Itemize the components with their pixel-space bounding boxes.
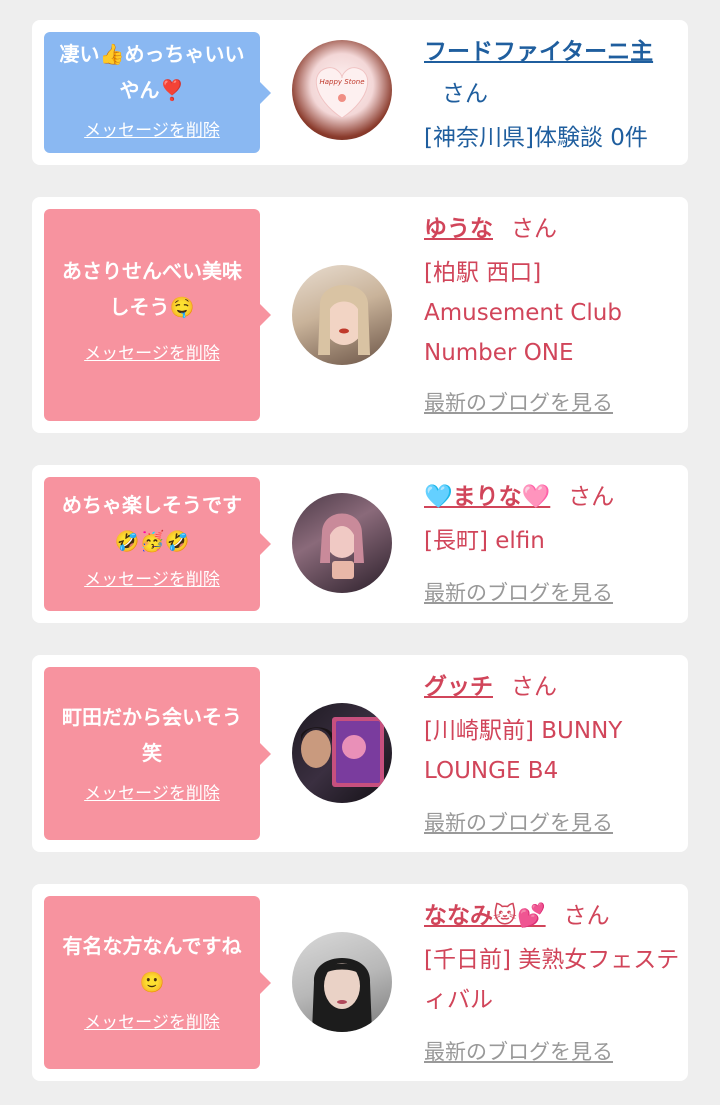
message-text: あさりせんべい美味しそう🤤	[62, 259, 242, 319]
user-name-link[interactable]: ななみ🐱💕	[424, 903, 546, 929]
avatar-image	[312, 958, 372, 1032]
message-text: めちゃ楽しそうです🤣🥳🤣	[62, 493, 242, 553]
message-card-2: あさりせんべい美味しそう🤤 メッセージを削除 ゆうな さん [柏駅 西口] Amu…	[32, 197, 688, 433]
delete-message-link[interactable]: メッセージを削除	[84, 339, 220, 364]
latest-blog-link[interactable]: 最新のブログを見る	[424, 387, 613, 417]
honorific: さん	[511, 216, 557, 242]
message-bubble: あさりせんべい美味しそう🤤 メッセージを削除	[44, 209, 271, 421]
avatar-image	[318, 285, 370, 355]
honorific: さん	[511, 674, 557, 700]
message-bubble: 有名な方なんですね🙂 メッセージを削除	[44, 896, 271, 1069]
user-info: グッチ さん [川崎駅前] BUNNY LOUNGE B4	[424, 667, 680, 791]
avatar-image: Happy Stone	[315, 67, 369, 119]
shop-info: [柏駅 西口] Amusement Club Number ONE	[424, 260, 622, 366]
avatar[interactable]	[292, 932, 392, 1032]
message-bubble: めちゃ楽しそうです🤣🥳🤣 メッセージを削除	[44, 477, 271, 611]
user-info: フードファイターニ主さん [神奈川県]体験談 0件	[424, 32, 680, 158]
avatar[interactable]	[292, 265, 392, 365]
avatar-image	[301, 717, 384, 787]
message-card-3: めちゃ楽しそうです🤣🥳🤣 メッセージを削除 🩵まりな🩷 さん [長町] elfin…	[32, 465, 688, 623]
message-bubble: 凄い👍めっちゃいいやん❣️ メッセージを削除	[44, 32, 271, 153]
avatar[interactable]	[292, 703, 392, 803]
latest-blog-link[interactable]: 最新のブログを見る	[424, 577, 613, 607]
message-bubble: 町田だから会いそう笑 メッセージを削除	[44, 667, 271, 840]
shop-info: [千日前] 美熟女フェスティバル	[424, 947, 680, 1013]
message-text: 凄い👍めっちゃいいやん❣️	[59, 42, 245, 102]
shop-info: [川崎駅前] BUNNY LOUNGE B4	[424, 718, 623, 784]
delete-message-link[interactable]: メッセージを削除	[84, 1008, 220, 1033]
shop-info: [長町] elfin	[424, 528, 545, 554]
user-info: ななみ🐱💕 さん [千日前] 美熟女フェスティバル	[424, 896, 680, 1020]
avatar-image	[320, 513, 364, 579]
latest-blog-link[interactable]: 最新のブログを見る	[424, 1036, 613, 1066]
message-text: 町田だから会いそう笑	[62, 705, 242, 765]
user-name-link[interactable]: グッチ	[424, 674, 493, 700]
user-name-link[interactable]: ゆうな	[424, 216, 493, 242]
honorific: さん	[563, 903, 610, 929]
user-info: 🩵まりな🩷 さん [長町] elfin	[424, 477, 680, 561]
avatar[interactable]: Happy Stone	[292, 40, 392, 140]
delete-message-link[interactable]: メッセージを削除	[84, 565, 220, 590]
message-card-4: 町田だから会いそう笑 メッセージを削除 グッチ さん [川崎駅前] BUNNY L…	[32, 655, 688, 852]
user-name-link[interactable]: フードファイターニ主	[424, 39, 653, 65]
user-info: ゆうな さん [柏駅 西口] Amusement Club Number ONE	[424, 209, 680, 373]
message-card-5: 有名な方なんですね🙂 メッセージを削除 ななみ🐱💕 さん [千日前] 美熟女フェス…	[32, 884, 688, 1081]
honorific: さん	[442, 81, 488, 107]
honorific: さん	[568, 484, 615, 510]
avatar-caption: Happy Stone	[319, 78, 364, 86]
message-card-1: 凄い👍めっちゃいいやん❣️ メッセージを削除 Happy Stone フードファ…	[32, 20, 688, 165]
delete-message-link[interactable]: メッセージを削除	[84, 116, 220, 141]
delete-message-link[interactable]: メッセージを削除	[84, 779, 220, 804]
latest-blog-link[interactable]: 最新のブログを見る	[424, 807, 613, 837]
avatar[interactable]	[292, 493, 392, 593]
shop-info: [神奈川県]体験談 0件	[424, 125, 648, 151]
user-name-link[interactable]: 🩵まりな🩷	[424, 484, 550, 510]
message-text: 有名な方なんですね🙂	[62, 934, 242, 994]
